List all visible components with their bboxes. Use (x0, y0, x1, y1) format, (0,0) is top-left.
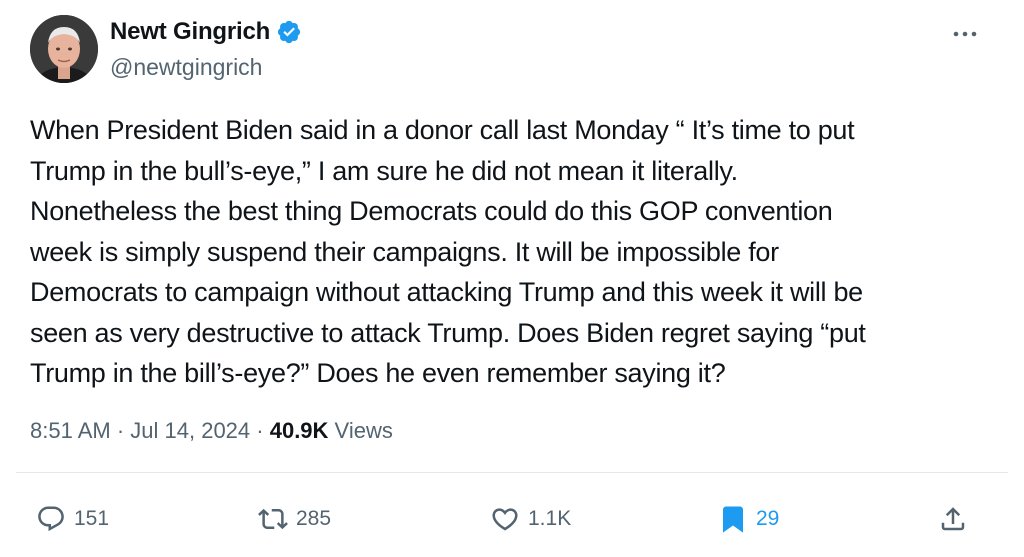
tweet-time[interactable]: 8:51 AM (30, 418, 111, 443)
retweet-button[interactable]: 285 (258, 496, 331, 542)
tweet-date[interactable]: Jul 14, 2024 (130, 418, 250, 443)
avatar-portrait-icon (30, 15, 98, 83)
tweet-text-line: seen as very destructive to attack Trump… (30, 317, 866, 348)
like-count: 1.1K (528, 507, 572, 530)
tweet-text-line: week is simply suspend their campaigns. … (30, 236, 779, 267)
action-bar: 151 285 1.1K 29 (0, 496, 1024, 542)
like-button[interactable]: 1.1K (490, 496, 571, 542)
meta-separator: · (250, 418, 270, 443)
tweet-text-line: Trump in the bill’s-eye?” Does he even r… (30, 358, 726, 388)
retweet-count: 285 (296, 507, 332, 530)
avatar[interactable] (30, 15, 98, 83)
more-dots-icon[interactable] (950, 22, 980, 46)
author-name-row[interactable]: Newt Gingrich (110, 18, 302, 46)
bookmark-count: 29 (756, 507, 780, 530)
views-label: Views (328, 418, 393, 443)
author-name[interactable]: Newt Gingrich (110, 18, 270, 46)
retweet-icon (258, 508, 288, 530)
bookmark-icon (723, 506, 743, 533)
tweet-text-line: When President Biden said in a donor cal… (30, 115, 855, 145)
reply-button[interactable]: 151 (36, 496, 109, 542)
share-button[interactable] (938, 496, 968, 542)
author-handle[interactable]: @newtgingrich (110, 54, 262, 81)
tweet-card: Newt Gingrich @newtgingrich When Preside… (0, 0, 1024, 557)
share-icon (941, 507, 965, 531)
tweet-text-line: Democrats to campaign without attacking … (30, 277, 863, 307)
meta-separator: · (110, 418, 131, 443)
bookmark-button[interactable]: 29 (718, 496, 779, 542)
reply-bubble-icon (38, 506, 64, 532)
views-count: 40.9K (269, 418, 329, 443)
tweet-meta: 8:51 AM · Jul 14, 2024 · 40.9K Views (30, 418, 393, 444)
tweet-text: When President Biden said in a donor cal… (30, 110, 990, 394)
verified-badge-icon (277, 20, 301, 44)
tweet-text-line: Trump in the bull’s-eye,” I am sure he d… (30, 155, 738, 186)
heart-icon (492, 508, 518, 531)
tweet-text-line: Nonetheless the best thing Democrats cou… (30, 196, 833, 226)
reply-count: 151 (74, 507, 110, 530)
divider (16, 472, 1008, 473)
